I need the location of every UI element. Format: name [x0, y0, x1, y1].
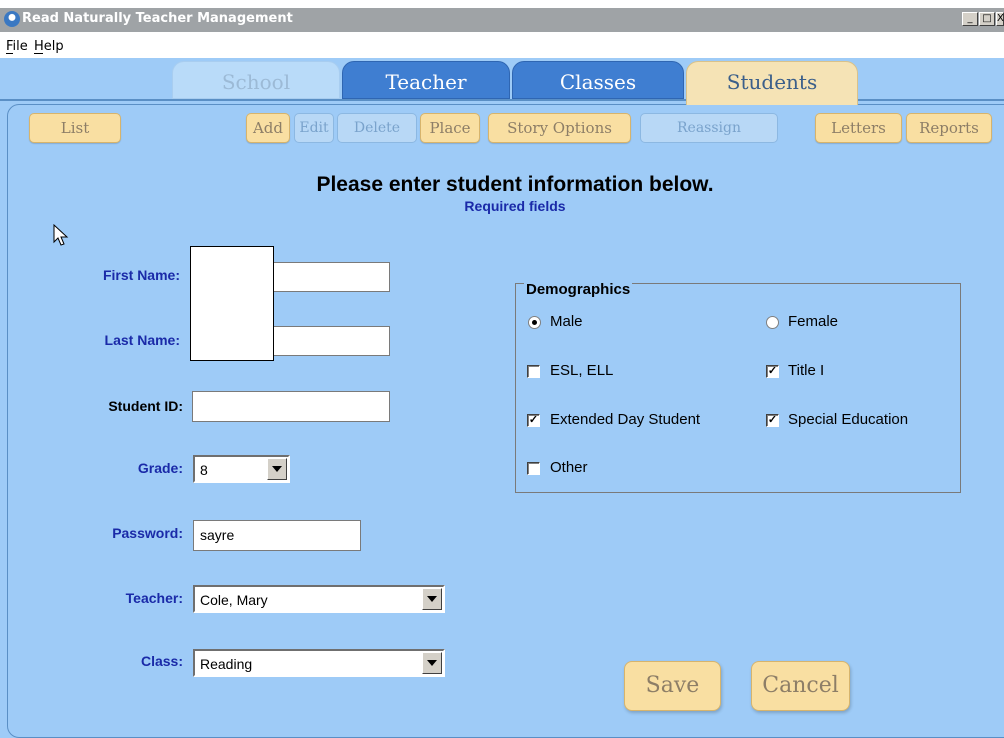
close-button[interactable]: X [996, 12, 1004, 26]
redaction-box [190, 246, 274, 361]
list-button[interactable]: List [29, 113, 121, 143]
special-ed-label: Special Education [788, 411, 909, 428]
password-label: Password: [112, 525, 183, 541]
class-label: Class: [140, 653, 183, 669]
file-mnemonic-underline [6, 53, 13, 54]
title1-label: Title I [788, 362, 825, 379]
female-label: Female [788, 313, 839, 330]
title1-checkbox[interactable]: ✓ [766, 365, 779, 378]
cursor-arrow-icon [53, 224, 69, 246]
male-label: Male [550, 313, 583, 330]
maximize-button[interactable]: □ [979, 12, 995, 26]
tab-teacher[interactable]: Teacher [342, 61, 510, 99]
class-select[interactable]: Reading [193, 649, 445, 677]
menu-bar: File Help [0, 32, 1004, 58]
grade-dropdown-arrow-icon[interactable] [267, 458, 287, 480]
form-heading: Please enter student information below. [316, 173, 714, 196]
tab-students[interactable]: Students [686, 61, 858, 105]
cancel-button[interactable]: Cancel [751, 661, 850, 711]
student-id-input[interactable] [192, 391, 390, 422]
teacher-select[interactable]: Cole, Mary [193, 585, 445, 613]
required-note: Required fields [464, 198, 566, 214]
teacher-value: Cole, Mary [200, 592, 268, 608]
edit-button[interactable]: Edit [294, 113, 334, 143]
delete-button[interactable]: Delete [337, 113, 417, 143]
minimize-button[interactable]: _ [962, 12, 978, 26]
tab-classes[interactable]: Classes [512, 61, 684, 99]
teacher-label: Teacher: [125, 590, 183, 606]
esl-checkbox[interactable] [527, 365, 540, 378]
reassign-button[interactable]: Reassign [640, 113, 778, 143]
extended-day-label: Extended Day Student [550, 411, 701, 428]
other-checkbox[interactable] [527, 462, 540, 475]
special-ed-checkbox[interactable]: ✓ [766, 414, 779, 427]
add-button[interactable]: Add [246, 113, 290, 143]
window-titlebar: Read Naturally Teacher Management _ □ X [0, 8, 1004, 32]
esl-label: ESL, ELL [550, 362, 614, 379]
class-value: Reading [200, 656, 253, 672]
extended-day-checkbox[interactable]: ✓ [527, 414, 540, 427]
app-icon [4, 11, 20, 27]
female-radio[interactable] [766, 316, 779, 329]
menu-file[interactable]: File [6, 39, 28, 54]
demographics-title: Demographics [524, 281, 633, 298]
letters-button[interactable]: Letters [815, 113, 902, 143]
last-name-label: Last Name: [104, 332, 180, 348]
place-button[interactable]: Place [420, 113, 480, 143]
save-button[interactable]: Save [624, 661, 721, 711]
reports-button[interactable]: Reports [906, 113, 992, 143]
grade-label: Grade: [137, 460, 183, 476]
grade-value: 8 [200, 462, 208, 478]
help-mnemonic-underline [34, 53, 43, 54]
teacher-dropdown-arrow-icon[interactable] [422, 588, 442, 610]
tab-school[interactable]: School [172, 61, 340, 99]
first-name-label: First Name: [102, 267, 180, 283]
password-input[interactable]: sayre [193, 520, 361, 551]
story-options-button[interactable]: Story Options [488, 113, 631, 143]
window-title: Read Naturally Teacher Management [22, 11, 293, 26]
grade-select[interactable]: 8 [193, 455, 290, 483]
male-radio[interactable] [528, 316, 541, 329]
menu-help[interactable]: Help [34, 39, 64, 54]
other-label: Other [550, 459, 588, 476]
class-dropdown-arrow-icon[interactable] [422, 652, 442, 674]
student-id-label: Student ID: [108, 398, 183, 414]
